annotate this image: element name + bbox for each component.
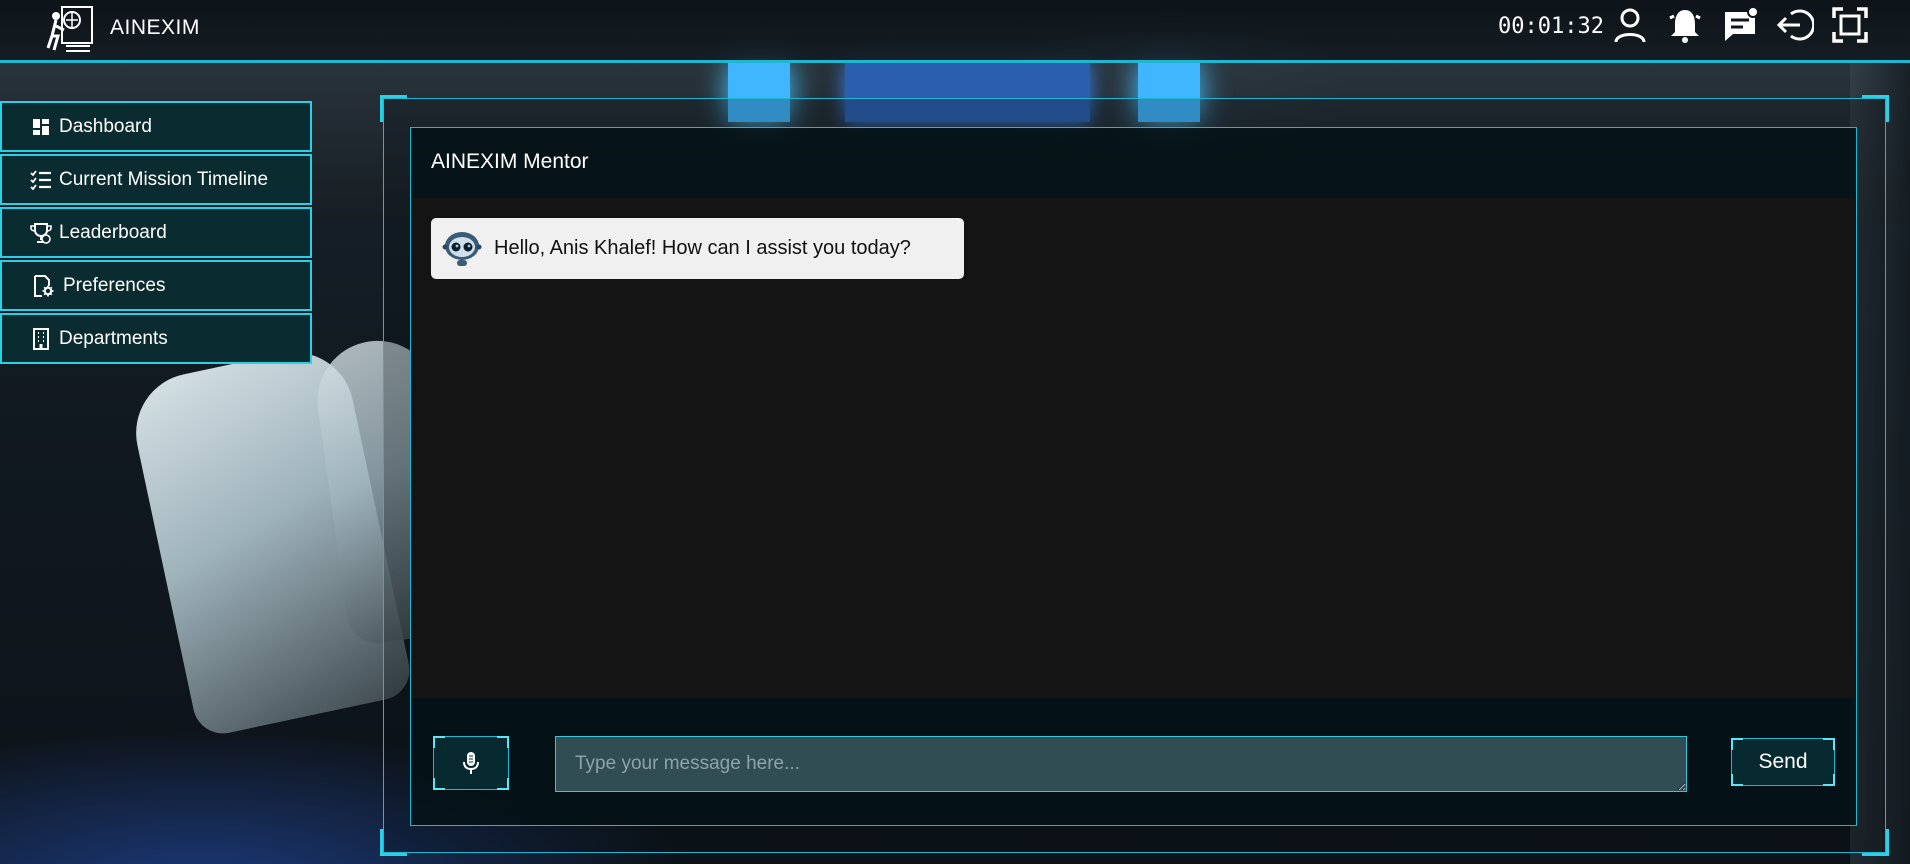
send-button[interactable]: Send [1731, 738, 1835, 786]
bell-icon[interactable] [1666, 6, 1704, 44]
sidebar-item-preferences[interactable]: Preferences [0, 260, 312, 311]
session-timer: 00:01:32 [1498, 14, 1604, 39]
user-icon[interactable] [1611, 6, 1649, 44]
app-brand: AINEXIM [110, 16, 200, 39]
trophy-icon [30, 222, 52, 244]
sidebar-item-label: Preferences [63, 274, 166, 296]
bot-message-text: Hello, Anis Khalef! How can I assist you… [494, 237, 911, 259]
building-icon [33, 327, 49, 350]
sidebar-item-label: Departments [59, 327, 168, 349]
checklist-icon [30, 169, 51, 190]
sidebar-item-dashboard[interactable]: Dashboard [0, 101, 312, 152]
chat-messages[interactable]: Hello, Anis Khalef! How can I assist you… [411, 198, 1856, 698]
top-bar: AINEXIM 00:01:32 [0, 0, 1910, 63]
dashboard-icon [33, 118, 49, 135]
chat-input-bar: Send [411, 698, 1856, 826]
logout-icon[interactable] [1776, 6, 1814, 44]
microphone-icon [463, 752, 479, 774]
chat-title: AINEXIM Mentor [431, 150, 589, 173]
sidebar-item-mission-timeline[interactable]: Current Mission Timeline [0, 154, 312, 205]
send-button-label: Send [1758, 750, 1808, 773]
sidebar-item-leaderboard[interactable]: Leaderboard [0, 207, 312, 258]
settings-file-icon [34, 274, 54, 297]
microphone-button[interactable] [433, 736, 509, 790]
sidebar-nav: Dashboard Current Mission Timeline Leade… [0, 101, 312, 366]
sidebar-item-departments[interactable]: Departments [0, 313, 312, 364]
mentor-chat-panel: AINEXIM Mentor Hello, Anis Khalef! How c… [410, 127, 1857, 826]
robot-avatar-icon [442, 231, 482, 266]
sidebar-item-label: Current Mission Timeline [59, 168, 269, 190]
feedback-icon[interactable] [1721, 6, 1759, 44]
ainexim-logo-icon [46, 6, 93, 52]
bot-message-bubble: Hello, Anis Khalef! How can I assist you… [431, 218, 964, 279]
sidebar-item-label: Dashboard [59, 115, 152, 137]
message-input[interactable] [555, 736, 1687, 792]
sidebar-item-label: Leaderboard [59, 221, 167, 243]
fullscreen-icon[interactable] [1831, 6, 1869, 44]
